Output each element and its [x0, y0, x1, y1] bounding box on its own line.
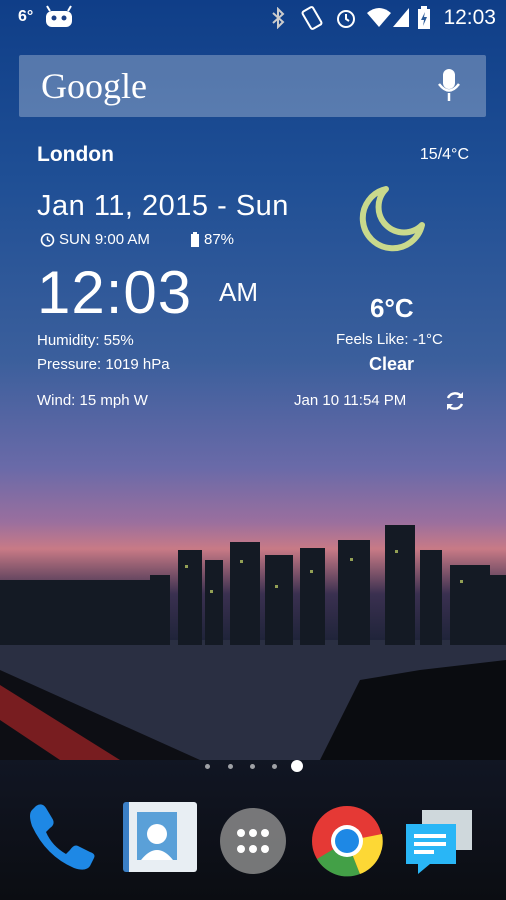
status-temp: 6°	[18, 8, 34, 25]
signal-icon	[393, 8, 409, 27]
date-label[interactable]: Jan 11, 2015 - Sun	[37, 190, 289, 223]
high-low-temp: 15/4°C	[419, 146, 469, 163]
vibrate-icon	[301, 6, 323, 30]
battery-small-icon	[191, 232, 199, 247]
mic-icon[interactable]	[436, 67, 462, 105]
moon-icon	[359, 186, 425, 252]
city-name[interactable]: London	[37, 143, 114, 167]
pressure-label: Pressure: 1019 hPa	[37, 356, 170, 373]
page-dot	[272, 764, 277, 769]
status-time: 12:03	[443, 6, 496, 29]
google-search-bar[interactable]: Google	[19, 55, 486, 117]
battery-charging-icon	[418, 6, 430, 29]
page-dot	[205, 764, 210, 769]
app-drawer-icon[interactable]	[218, 806, 288, 876]
refresh-icon[interactable]	[443, 389, 467, 413]
cyanogen-icon	[46, 5, 72, 27]
next-alarm[interactable]: SUN 9:00 AM	[59, 231, 150, 248]
wallpaper-skyline	[0, 525, 506, 760]
contact-avatar-icon	[137, 812, 177, 860]
status-bar: 6° 12:03	[0, 0, 506, 36]
page-dot	[228, 764, 233, 769]
feels-like: Feels Like: -1°C	[336, 331, 443, 348]
weather-condition: Clear	[369, 354, 415, 374]
phone-icon[interactable]	[24, 802, 102, 876]
bluetooth-icon	[272, 7, 285, 29]
google-logo: Google	[41, 66, 147, 106]
wifi-icon	[367, 8, 391, 27]
battery-level: 87%	[204, 231, 235, 248]
alarm-icon	[337, 10, 355, 28]
humidity-label: Humidity: 55%	[37, 332, 134, 349]
page-dot-current	[291, 760, 303, 772]
wind-label: Wind: 15 mph W	[37, 392, 148, 409]
clock-time[interactable]: 12:03	[37, 258, 192, 327]
last-updated: Jan 10 11:54 PM	[294, 392, 407, 409]
chrome-icon[interactable]	[310, 804, 384, 878]
messaging-icon[interactable]	[404, 808, 476, 876]
contacts-icon[interactable]	[123, 802, 197, 872]
alarm-small-icon	[40, 233, 55, 247]
current-temperature: 6°C	[370, 293, 414, 323]
clock-ampm: AM	[219, 277, 258, 307]
page-dot	[250, 764, 255, 769]
